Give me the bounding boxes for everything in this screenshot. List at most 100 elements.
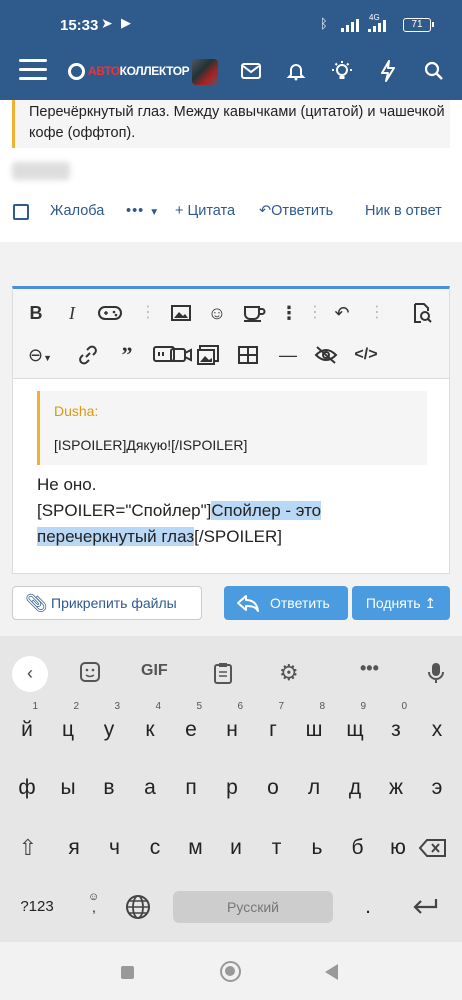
report-link[interactable]: Жалоба [50, 203, 104, 219]
globe-icon[interactable] [124, 885, 152, 929]
key[interactable]: д [336, 766, 374, 810]
gallery-icon[interactable] [195, 343, 221, 367]
key[interactable]: к4 [131, 702, 169, 752]
message-editor[interactable]: B I ⋮ ☺ ⋮ ⋮ ↶ ⋮ ⊖▼ ” — </> Dusha: [ISPOI… [12, 286, 450, 574]
key[interactable]: з0 [377, 702, 415, 752]
undo-icon[interactable]: ↶ [329, 301, 355, 325]
key[interactable]: й1 [8, 702, 46, 752]
attach-files-button[interactable]: 📎︎ Прикрепить файлы [12, 586, 202, 620]
emoji-key[interactable]: ☺, [84, 885, 104, 929]
gif-button[interactable]: GIF [141, 662, 168, 680]
key[interactable]: щ9 [336, 702, 374, 752]
code-icon[interactable]: </> [353, 343, 379, 367]
link-icon[interactable] [75, 343, 101, 367]
reply-with-nick-link[interactable]: Ник в ответ [365, 203, 442, 219]
mail-icon[interactable] [240, 60, 262, 82]
key-number-hint: 9 [360, 701, 366, 712]
key[interactable]: ю [380, 826, 416, 870]
key[interactable]: в [90, 766, 128, 810]
key[interactable]: т [259, 826, 295, 870]
key[interactable]: п [172, 766, 210, 810]
editor-line-3-text: [/SPOILER] [194, 527, 283, 546]
reply-arrow-icon [237, 595, 259, 612]
key[interactable]: ш8 [295, 702, 333, 752]
bold-icon[interactable]: B [23, 301, 49, 325]
key[interactable]: и [218, 826, 254, 870]
key[interactable]: ф [8, 766, 46, 810]
key[interactable]: ы [49, 766, 87, 810]
image-icon[interactable] [168, 301, 194, 325]
key[interactable]: э [418, 766, 456, 810]
quote-icon[interactable]: ” [114, 343, 140, 367]
key[interactable]: у3 [90, 702, 128, 752]
bump-button[interactable]: Поднять ↥ [352, 586, 450, 620]
editor-text[interactable]: Не оно. [SPOILER="Спойлер"]Спойлер - это… [37, 472, 427, 550]
reply-link[interactable]: ↶Ответить [259, 203, 333, 219]
reply-button[interactable]: Ответить [224, 586, 348, 620]
user-avatar[interactable] [192, 59, 218, 85]
key[interactable]: г7 [254, 702, 292, 752]
italic-icon[interactable]: I [59, 301, 85, 325]
key-number-hint: 1 [32, 701, 38, 712]
key[interactable]: ж [377, 766, 415, 810]
preview-icon[interactable] [409, 301, 435, 325]
numbers-key[interactable]: ?123 [14, 885, 60, 929]
bolt-icon[interactable] [377, 60, 399, 82]
key-number-hint: 0 [401, 701, 407, 712]
table-icon[interactable] [235, 343, 261, 367]
more-actions-button[interactable]: ••• ▼ [126, 203, 160, 219]
key-number-hint: 4 [155, 701, 161, 712]
backspace-icon[interactable] [418, 826, 448, 870]
chevron-left-icon[interactable]: ‹ [12, 656, 48, 692]
selected-text-2: перечеркнутый глаз [37, 527, 195, 546]
key[interactable]: б [340, 826, 376, 870]
recents-icon[interactable] [121, 966, 134, 979]
key[interactable]: м [178, 826, 214, 870]
more-icon[interactable]: ••• [360, 658, 379, 679]
strike-options-icon[interactable]: ⊖▼ [23, 343, 57, 367]
eye-slash-icon[interactable] [313, 343, 339, 367]
key[interactable]: я [56, 826, 92, 870]
key[interactable]: а [131, 766, 169, 810]
space-bar[interactable]: Русский [173, 891, 333, 923]
key[interactable]: р [213, 766, 251, 810]
microphone-icon[interactable] [428, 662, 444, 689]
search-icon[interactable] [423, 60, 445, 82]
key-number-hint: 5 [196, 701, 202, 712]
gamepad-icon[interactable] [97, 301, 123, 325]
settings-icon[interactable]: ⚙ [279, 660, 299, 686]
period-key[interactable]: . [358, 885, 378, 929]
key[interactable]: с [137, 826, 173, 870]
coffee-cup-icon[interactable] [242, 301, 268, 325]
key[interactable]: ь [299, 826, 335, 870]
video-icon[interactable] [168, 343, 194, 367]
smiley-icon[interactable]: ☺ [204, 301, 230, 325]
logo-mark-icon [68, 63, 85, 80]
quote-link[interactable]: + Цитата [175, 203, 235, 219]
key[interactable]: е5 [172, 702, 210, 752]
key[interactable]: о [254, 766, 292, 810]
logo-text-white: КОЛЛЕКТОР [119, 64, 190, 78]
clipboard-icon[interactable] [213, 662, 233, 689]
key[interactable]: ч [97, 826, 133, 870]
app-bar: АВТОКОЛЛЕКТОР [0, 52, 462, 100]
key-number-hint: 6 [237, 701, 243, 712]
shift-icon[interactable]: ⇧ [14, 826, 42, 870]
bell-icon[interactable] [285, 60, 307, 82]
system-nav-bar [0, 942, 462, 1000]
key[interactable]: л [295, 766, 333, 810]
post-quote-text: Перечёркнутый глаз. Между кавычками (цит… [12, 100, 450, 148]
back-icon[interactable] [325, 964, 338, 980]
key[interactable]: н6 [213, 702, 251, 752]
key[interactable]: х [418, 708, 456, 752]
home-icon[interactable] [220, 961, 241, 982]
lightbulb-icon[interactable] [331, 60, 353, 82]
battery-indicator: 71 [403, 18, 434, 32]
more-options-icon[interactable]: ⋮ [276, 301, 302, 325]
menu-icon[interactable] [19, 59, 47, 81]
enter-icon[interactable] [410, 885, 440, 929]
select-post-checkbox[interactable] [13, 204, 29, 220]
key[interactable]: ц2 [49, 702, 87, 752]
sticker-icon[interactable] [80, 662, 100, 687]
horizontal-rule-icon[interactable]: — [275, 343, 301, 367]
